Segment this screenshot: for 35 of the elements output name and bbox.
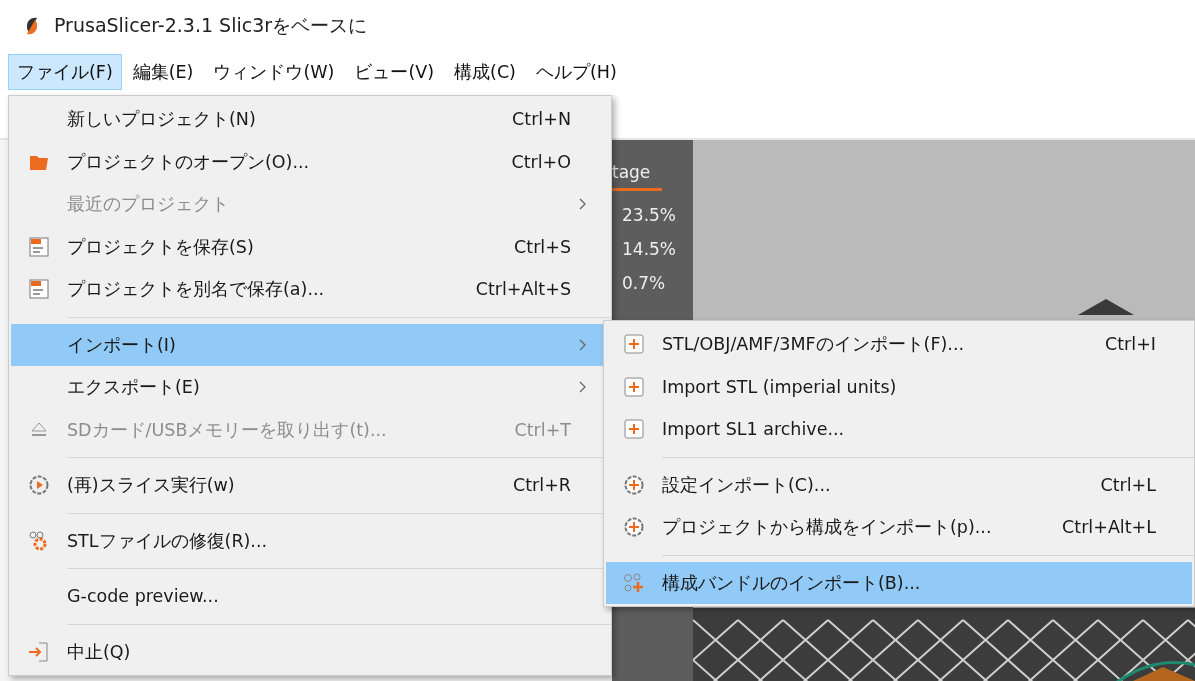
play-gear-icon (28, 474, 50, 497)
menu-item[interactable]: Import STL (imperial units) (606, 365, 1192, 408)
menu-item[interactable]: プロジェクトのオープン(O)... Ctrl+O (11, 140, 609, 183)
menu-title[interactable]: 編集(E) (123, 54, 203, 90)
save-icon (28, 235, 50, 258)
menu-title[interactable]: ヘルプ(H) (526, 54, 626, 90)
legend-value: 23.5% (621, 205, 677, 225)
chevron-right-icon (579, 338, 587, 351)
app-logo-icon (24, 16, 40, 36)
add-gear-icon (623, 516, 645, 539)
bundle-add-icon (623, 571, 645, 594)
menu-item[interactable]: プロジェクトを保存(S) Ctrl+S (11, 225, 609, 268)
menu-title[interactable]: ビュー(V) (345, 54, 444, 90)
add-icon (623, 375, 645, 398)
add-icon (623, 333, 645, 356)
menu-item[interactable]: 設定インポート(C)... Ctrl+L (606, 463, 1192, 506)
exit-icon (28, 640, 50, 663)
menu-item[interactable]: Import SL1 archive... (606, 408, 1192, 451)
legend-value: 14.5% (621, 239, 677, 259)
menu-item[interactable]: 新しいプロジェクト(N) Ctrl+N (11, 98, 609, 141)
window-title: PrusaSlicer-2.3.1 Slic3rをベースに (54, 13, 368, 38)
add-icon (623, 418, 645, 441)
menu-item[interactable]: 構成バンドルのインポート(B)... (606, 561, 1192, 604)
menu-item[interactable]: 中止(Q) (11, 630, 609, 673)
menu-item[interactable]: STL/OBJ/AMF/3MFのインポート(F)... Ctrl+I (606, 323, 1192, 366)
add-gear-icon (623, 473, 645, 496)
legend-value: 0.7% (621, 273, 667, 293)
menu-title[interactable]: ファイル(F) (8, 54, 122, 90)
menu-title[interactable]: ウィンドウ(W) (204, 54, 344, 90)
menu-item[interactable]: プロジェクトから構成をインポート(p)... Ctrl+Alt+L (606, 506, 1192, 549)
chevron-right-icon (579, 198, 587, 211)
save-icon (28, 278, 50, 301)
menu-item[interactable]: プロジェクトを別名で保存(a)... Ctrl+Alt+S (11, 268, 609, 311)
chevron-right-icon (579, 381, 587, 394)
menu-title[interactable]: 構成(C) (445, 54, 525, 90)
